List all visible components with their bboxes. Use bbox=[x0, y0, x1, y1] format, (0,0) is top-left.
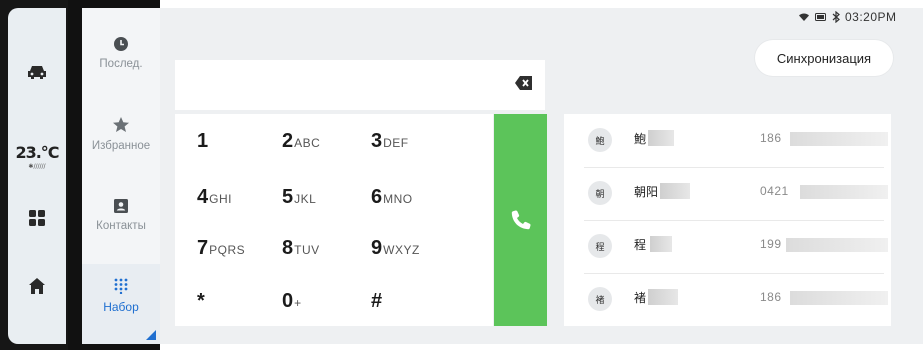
battery-icon bbox=[815, 13, 826, 21]
redacted-name bbox=[660, 183, 690, 199]
key-0-digit: 0 bbox=[282, 290, 294, 312]
redacted-number bbox=[790, 132, 888, 146]
key-3-letters: DEF bbox=[383, 136, 409, 150]
redacted-name bbox=[650, 236, 672, 252]
nav-recents-label: Послед. bbox=[99, 58, 143, 70]
contact-avatar: 褚 bbox=[588, 287, 612, 311]
key-4-digit: 4 bbox=[197, 186, 209, 208]
temperature-widget[interactable]: 23.°C ✱////// bbox=[8, 136, 66, 176]
key-star-digit: * bbox=[197, 290, 205, 312]
sync-button[interactable]: Синхронизация bbox=[755, 40, 893, 76]
key-1[interactable]: 1 bbox=[197, 130, 209, 153]
left-rail: 23.°C ✱////// bbox=[0, 0, 68, 350]
contact-number: 199 bbox=[760, 237, 782, 251]
redacted-number bbox=[790, 291, 888, 305]
key-3[interactable]: 3 DEF bbox=[371, 130, 409, 153]
redacted-name bbox=[648, 130, 674, 146]
key-8-letters: TUV bbox=[294, 243, 320, 257]
contact-row[interactable]: 程 程 199 bbox=[564, 220, 891, 273]
key-9-digit: 9 bbox=[371, 237, 383, 259]
nav-dialpad-label: Набор bbox=[103, 300, 139, 314]
contact-card-icon bbox=[114, 199, 128, 213]
bluetooth-icon bbox=[832, 11, 840, 23]
key-0[interactable]: 0 + bbox=[282, 290, 302, 313]
key-8[interactable]: 8 TUV bbox=[282, 237, 320, 260]
phone-icon bbox=[511, 210, 531, 230]
contact-number: 186 bbox=[760, 290, 782, 304]
key-6-digit: 6 bbox=[371, 186, 383, 208]
nav-favorites[interactable]: Избранное bbox=[82, 116, 160, 152]
key-9[interactable]: 9 WXYZ bbox=[371, 237, 420, 260]
redacted-number bbox=[786, 238, 888, 252]
dialpad-icon bbox=[114, 278, 128, 294]
backspace-icon[interactable] bbox=[514, 74, 534, 92]
car-icon[interactable] bbox=[8, 58, 66, 86]
nav-contacts-label: Контакты bbox=[96, 220, 146, 232]
key-hash-digit: # bbox=[371, 290, 383, 312]
fan-level-indicator: ✱////// bbox=[28, 162, 46, 170]
contact-avatar: 朝 bbox=[588, 181, 612, 205]
contact-row[interactable]: 鮑 鮑 186 bbox=[564, 114, 891, 167]
nav-contacts[interactable]: Контакты bbox=[82, 198, 160, 232]
key-4-letters: GHI bbox=[209, 192, 232, 206]
key-8-digit: 8 bbox=[282, 237, 294, 259]
key-star[interactable]: * bbox=[197, 290, 206, 313]
key-hash[interactable]: # bbox=[371, 290, 383, 313]
contact-number: 186 bbox=[760, 131, 782, 145]
redacted-name bbox=[648, 289, 678, 305]
key-1-digit: 1 bbox=[197, 130, 209, 152]
key-6-letters: MNO bbox=[383, 192, 413, 206]
redacted-number bbox=[800, 185, 888, 199]
dialpad: 1 2 ABC 3 DEF 4 GHI 5 JKL 6 MNO 7 PQRS 8 TUV 9W… bbox=[175, 114, 493, 326]
clock-icon bbox=[114, 37, 128, 51]
phone-nav-column: Послед. Избранное Контакты Набор bbox=[68, 0, 160, 350]
key-2-letters: ABC bbox=[294, 136, 321, 150]
contact-name: 程 bbox=[634, 238, 647, 252]
contact-number: 0421 bbox=[760, 184, 789, 198]
contact-avatar: 程 bbox=[588, 234, 612, 258]
key-5-letters: JKL bbox=[294, 192, 317, 206]
key-0-letters: + bbox=[294, 296, 302, 310]
key-6[interactable]: 6 MNO bbox=[371, 186, 413, 209]
key-3-digit: 3 bbox=[371, 130, 383, 152]
phone-dialer-screen: 23.°C ✱////// Послед. Избранное Контакты… bbox=[0, 0, 923, 350]
contact-avatar: 鮑 bbox=[588, 128, 612, 152]
contact-row[interactable]: 朝 朝阳 0421 bbox=[564, 167, 891, 220]
star-icon bbox=[113, 117, 129, 132]
dial-input-field[interactable] bbox=[175, 60, 545, 110]
status-bar: 03:20PM bbox=[798, 10, 897, 24]
call-button[interactable] bbox=[494, 114, 547, 326]
home-icon[interactable] bbox=[8, 272, 66, 300]
temperature-value: 23.°C bbox=[15, 142, 59, 162]
active-corner-marker bbox=[146, 330, 156, 340]
nav-dialpad[interactable]: Набор bbox=[82, 264, 160, 344]
key-9-letters: WXYZ bbox=[383, 243, 420, 257]
key-5-digit: 5 bbox=[282, 186, 294, 208]
key-7-letters: PQRS bbox=[209, 243, 246, 257]
nav-recents[interactable]: Послед. bbox=[82, 36, 160, 70]
left-rail-panel: 23.°C ✱////// bbox=[8, 8, 66, 344]
contact-suggestions-list: 鮑 鮑 186 朝 朝阳 0421 程 程 199 褚 褚 186 bbox=[564, 114, 891, 326]
key-5[interactable]: 5 JKL bbox=[282, 186, 316, 209]
key-2-digit: 2 bbox=[282, 130, 294, 152]
key-7[interactable]: 7 PQRS bbox=[197, 237, 245, 260]
contact-name: 朝阳 bbox=[634, 185, 659, 199]
phone-nav-panel: Послед. Избранное Контакты Набор bbox=[82, 8, 160, 344]
wifi-icon bbox=[799, 13, 809, 21]
key-2[interactable]: 2 ABC bbox=[282, 130, 320, 153]
grid-icon[interactable] bbox=[8, 204, 66, 232]
contact-name: 褚 bbox=[634, 291, 647, 305]
key-4[interactable]: 4 GHI bbox=[197, 186, 232, 209]
contact-name: 鮑 bbox=[634, 132, 647, 146]
status-time: 03:20PM bbox=[845, 10, 897, 24]
key-7-digit: 7 bbox=[197, 237, 209, 259]
contact-row[interactable]: 褚 褚 186 bbox=[564, 273, 891, 326]
nav-favorites-label: Избранное bbox=[91, 140, 151, 152]
